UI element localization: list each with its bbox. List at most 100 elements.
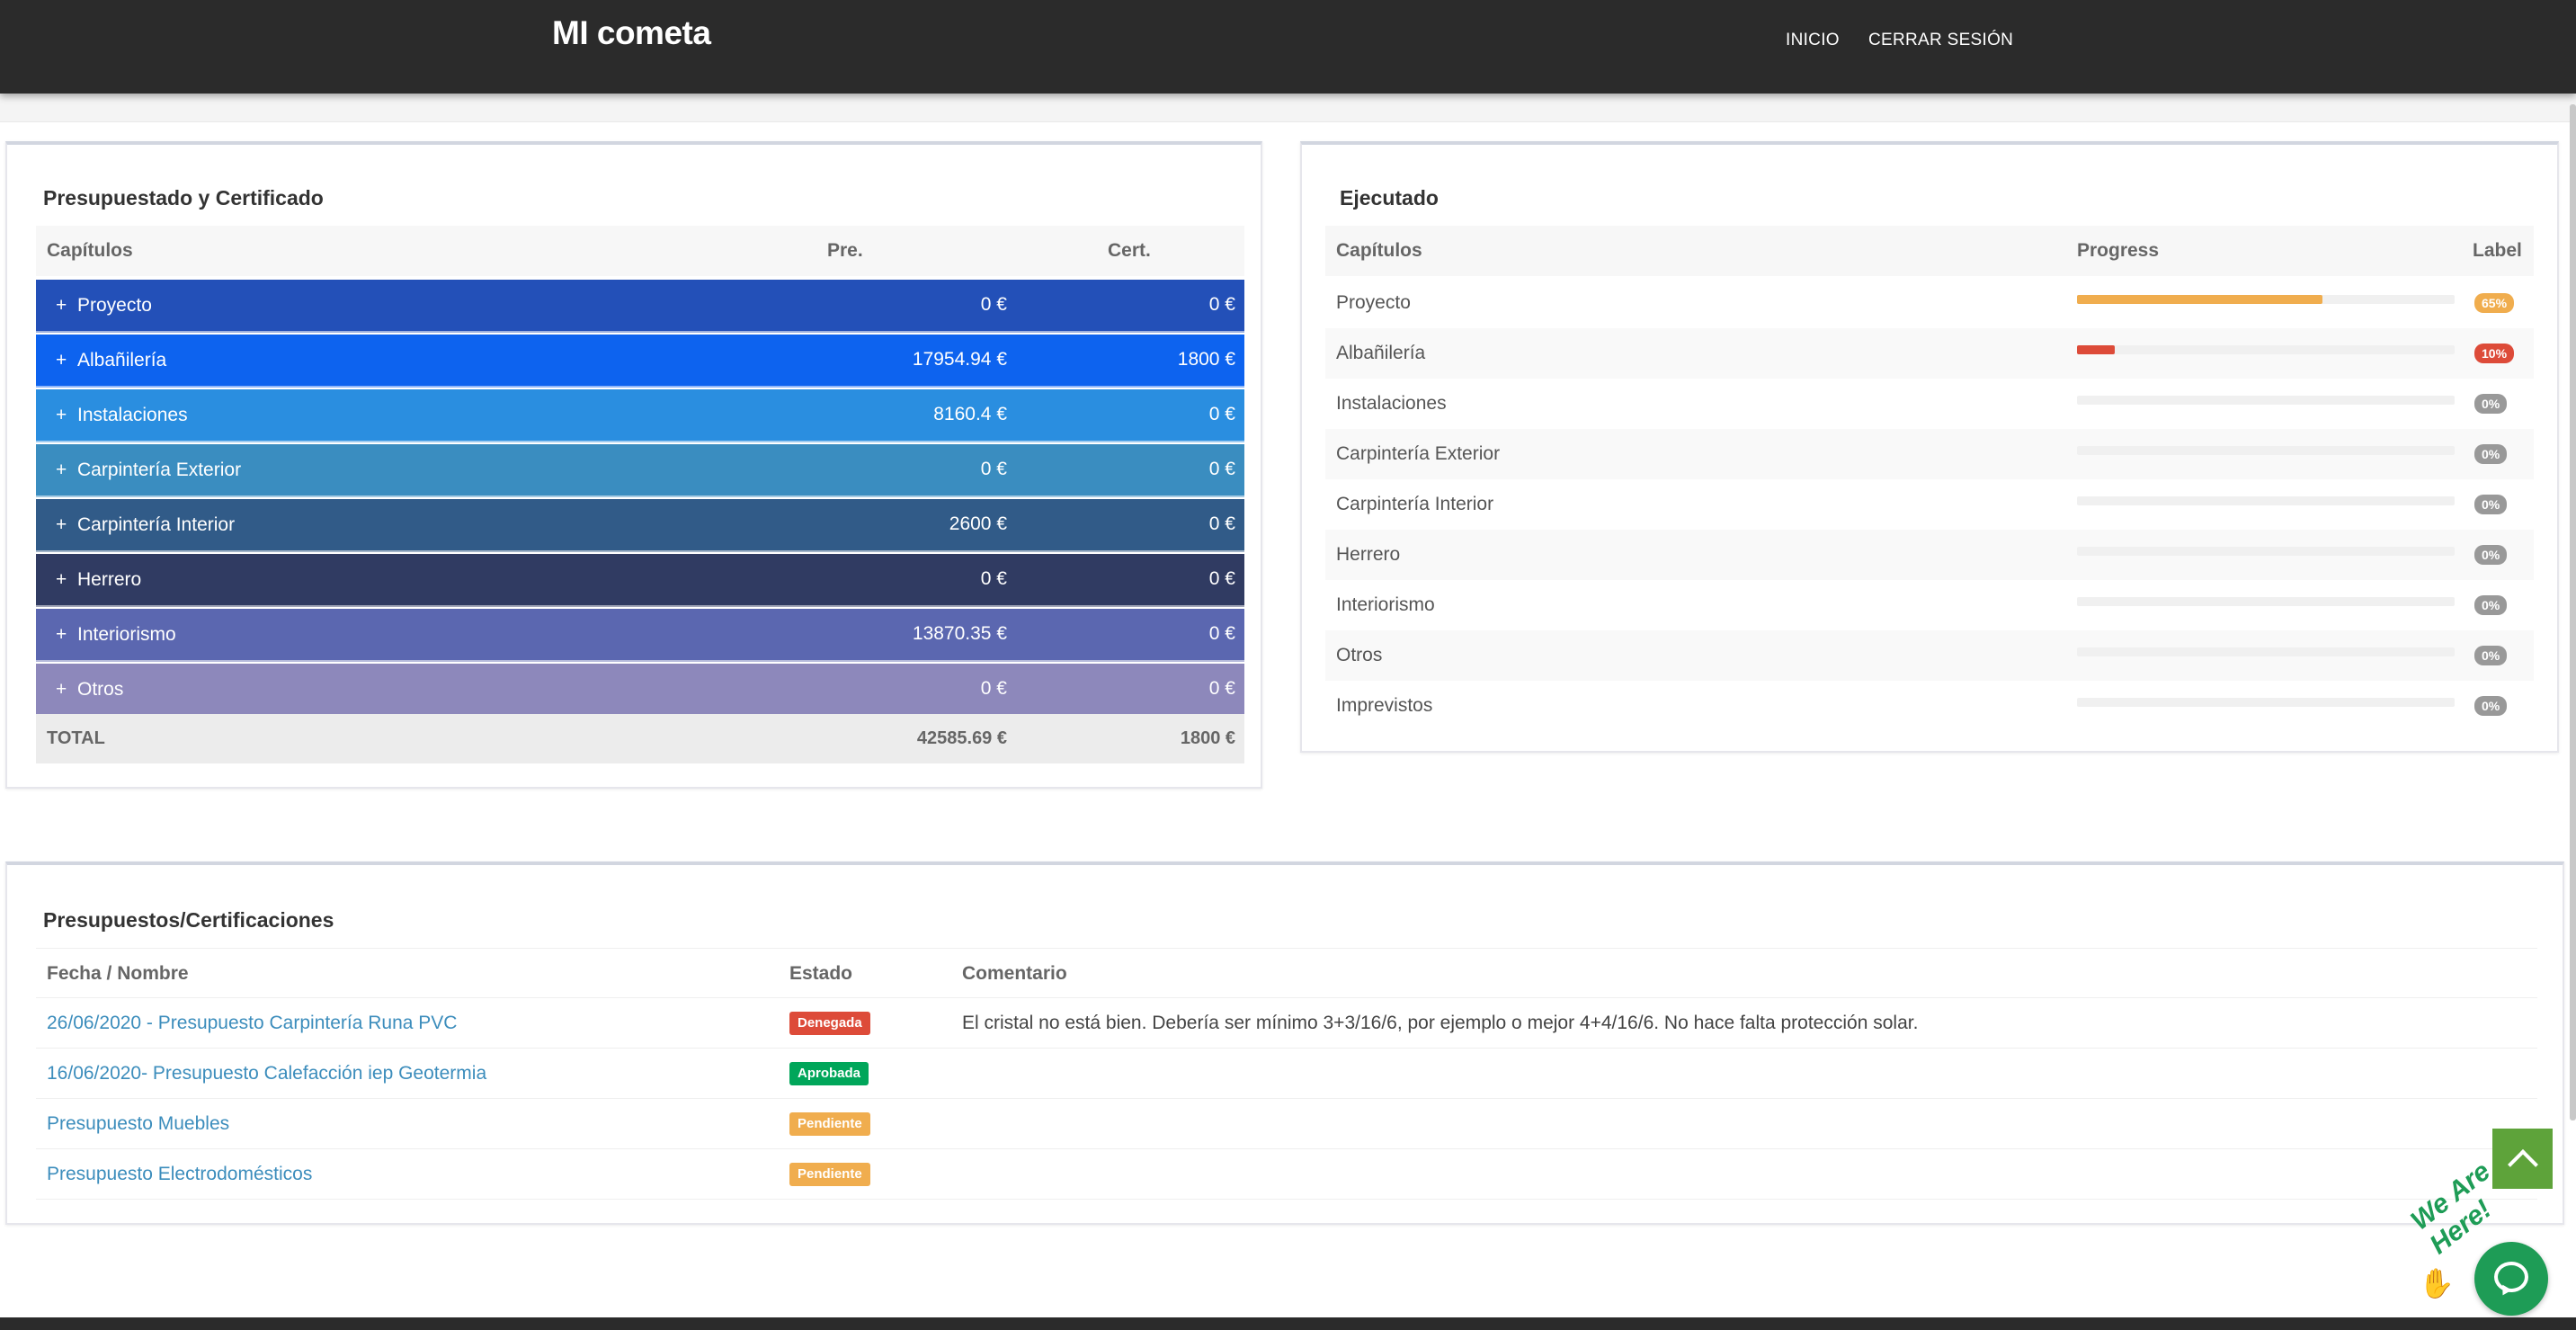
expand-icon[interactable]: + (56, 295, 67, 317)
chapter-name: Instalaciones (77, 405, 188, 425)
budget-pre-value: 0 € (980, 294, 1007, 315)
nav-link-inicio[interactable]: INICIO (1786, 31, 1840, 50)
total-label: TOTAL (47, 728, 105, 748)
budget-panel: Presupuestado y Certificado Capítulos Pr… (5, 141, 1262, 789)
budget-cert-value: 0 € (1208, 678, 1235, 699)
progress-bar (2077, 295, 2455, 304)
column-header-chapters: Capítulos (47, 240, 133, 261)
budget-pre-value: 13870.35 € (912, 623, 1007, 644)
executed-row: Imprevistos 0% (1325, 681, 2534, 731)
budget-panel-title: Presupuestado y Certificado (43, 186, 324, 210)
budget-pre-value: 0 € (980, 678, 1007, 699)
progress-badge: 0% (2474, 444, 2508, 464)
chat-button[interactable] (2474, 1242, 2548, 1316)
column-header-comment: Comentario (962, 963, 1067, 984)
quotes-panel: Presupuestos/Certificaciones Fecha / Nom… (5, 861, 2564, 1225)
brand-logo[interactable]: MI cometa (552, 14, 711, 52)
executed-row: Proyecto 65% (1325, 278, 2534, 328)
budget-table-header: Capítulos Pre. Cert. (36, 226, 1244, 276)
budget-pre-value: 0 € (980, 568, 1007, 589)
chapter-name: Carpintería Interior (1336, 494, 1494, 514)
progress-bar (2077, 597, 2455, 606)
chapter-name: Carpintería Exterior (77, 460, 242, 480)
progress-badge: 10% (2474, 344, 2515, 363)
quote-link[interactable]: Presupuesto Muebles (47, 1113, 229, 1135)
budget-row[interactable]: + Instalaciones 8160.4 € 0 € (36, 389, 1244, 442)
chapter-name: Interiorismo (1336, 594, 1435, 615)
executed-row: Albañilería 10% (1325, 328, 2534, 379)
chapter-name: Proyecto (77, 295, 152, 316)
status-badge: Denegada (789, 1012, 870, 1035)
progress-bar (2077, 547, 2455, 556)
progress-bar (2077, 396, 2455, 405)
chapter-name: Instalaciones (1336, 393, 1447, 414)
quote-link[interactable]: 16/06/2020- Presupuesto Calefacción iep … (47, 1063, 486, 1085)
executed-row: Instalaciones 0% (1325, 379, 2534, 429)
chapter-name: Albañilería (1336, 343, 1426, 363)
budget-row[interactable]: + Herrero 0 € 0 € (36, 554, 1244, 607)
expand-icon[interactable]: + (56, 514, 67, 536)
budget-row[interactable]: + Albañilería 17954.94 € 1800 € (36, 335, 1244, 388)
status-badge: Pendiente (789, 1112, 870, 1136)
budget-pre-value: 0 € (980, 459, 1007, 479)
expand-icon[interactable]: + (56, 350, 67, 371)
budget-row[interactable]: + Proyecto 0 € 0 € (36, 280, 1244, 333)
expand-icon[interactable]: + (56, 460, 67, 481)
expand-icon[interactable]: + (56, 405, 67, 426)
chapter-name: Carpintería Interior (77, 514, 236, 535)
column-header-chapters: Capítulos (1336, 240, 1422, 261)
progress-bar (2077, 446, 2455, 455)
budget-row[interactable]: + Carpintería Interior 2600 € 0 € (36, 499, 1244, 552)
budget-row[interactable]: + Otros 0 € 0 € (36, 664, 1244, 717)
executed-row: Interiorismo 0% (1325, 580, 2534, 630)
budget-cert-value: 0 € (1208, 294, 1235, 315)
top-navbar: MI cometa INICIO CERRAR SESIÓN (0, 0, 2576, 94)
nav-link-logout[interactable]: CERRAR SESIÓN (1868, 31, 2013, 50)
budget-total-row: TOTAL 42585.69 € 1800 € (36, 714, 1244, 763)
budget-pre-value: 2600 € (949, 513, 1007, 534)
executed-row: Carpintería Interior 0% (1325, 479, 2534, 530)
expand-icon[interactable]: + (56, 569, 67, 591)
budget-cert-value: 0 € (1208, 568, 1235, 589)
column-header-label: Label (2473, 240, 2522, 261)
budget-pre-value: 17954.94 € (912, 349, 1007, 370)
budget-row[interactable]: + Interiorismo 13870.35 € 0 € (36, 609, 1244, 662)
quote-link[interactable]: Presupuesto Electrodomésticos (47, 1164, 312, 1185)
budget-cert-value: 0 € (1208, 404, 1235, 424)
progress-badge: 0% (2474, 394, 2508, 414)
chapter-name: Otros (77, 679, 124, 700)
expand-icon[interactable]: + (56, 679, 67, 701)
executed-row: Herrero 0% (1325, 530, 2534, 580)
content-header-strip (0, 94, 2576, 122)
column-header-cert: Cert. (1108, 240, 1151, 261)
progress-badge: 0% (2474, 696, 2508, 716)
executed-table-header: Capítulos Progress Label (1325, 226, 2534, 276)
progress-bar (2077, 496, 2455, 505)
budget-row[interactable]: + Carpintería Exterior 0 € 0 € (36, 444, 1244, 497)
progress-badge: 0% (2474, 646, 2508, 665)
quote-link[interactable]: 26/06/2020 - Presupuesto Carpintería Run… (47, 1013, 457, 1034)
progress-bar (2077, 647, 2455, 656)
budget-cert-value: 0 € (1208, 513, 1235, 534)
column-header-progress: Progress (2077, 240, 2160, 261)
expand-icon[interactable]: + (56, 624, 67, 646)
quotes-panel-title: Presupuestos/Certificaciones (43, 908, 334, 932)
chapter-name: Carpintería Exterior (1336, 443, 1501, 464)
budget-cert-value: 1800 € (1177, 349, 1235, 370)
column-header-status: Estado (789, 963, 853, 984)
page-scrollbar[interactable] (2570, 104, 2576, 1120)
column-header-pre: Pre. (827, 240, 863, 261)
quote-row: 26/06/2020 - Presupuesto Carpintería Run… (36, 998, 2537, 1049)
chapter-name: Herrero (77, 569, 142, 590)
progress-bar (2077, 698, 2455, 707)
executed-panel-title: Ejecutado (1340, 186, 1439, 210)
executed-panel: Ejecutado Capítulos Progress Label Proye… (1300, 141, 2559, 753)
executed-row: Carpintería Exterior 0% (1325, 429, 2534, 479)
chapter-name: Imprevistos (1336, 695, 1433, 716)
footer-bar (0, 1317, 2576, 1330)
status-badge: Pendiente (789, 1163, 870, 1186)
total-pre: 42585.69 € (916, 728, 1007, 748)
budget-cert-value: 0 € (1208, 623, 1235, 644)
chapter-name: Proyecto (1336, 292, 1411, 313)
chapter-name: Interiorismo (77, 624, 176, 645)
